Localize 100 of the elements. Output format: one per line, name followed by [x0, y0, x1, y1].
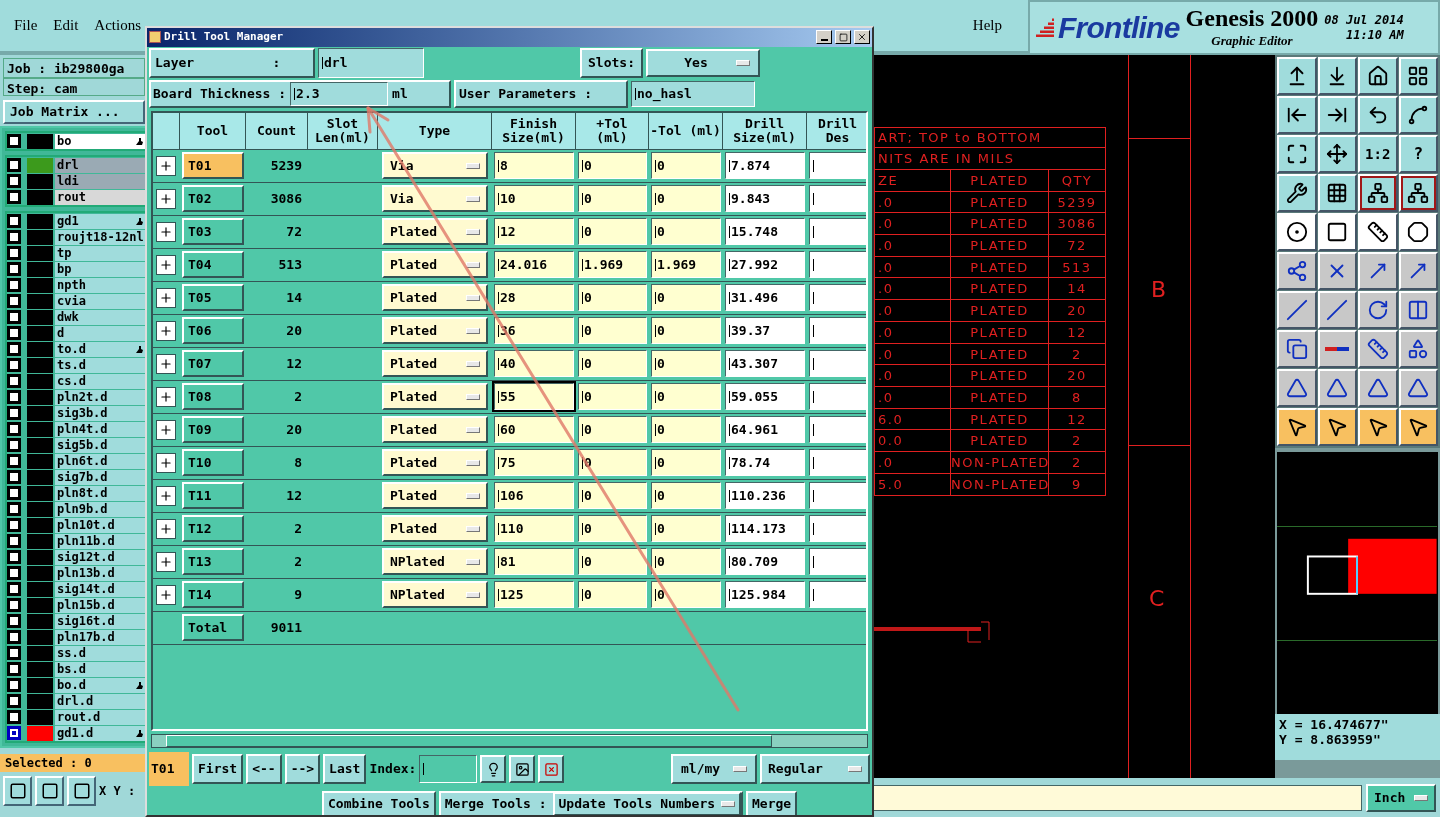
drill-designator-field[interactable]	[809, 581, 866, 609]
horizontal-scrollbar[interactable]	[151, 734, 868, 749]
navigation-button[interactable]: First	[192, 754, 244, 785]
drill-designator-field[interactable]	[809, 548, 866, 576]
toolbar-button[interactable]	[1277, 408, 1317, 446]
minus-tolerance-field[interactable]: 1.969	[651, 251, 721, 279]
minus-tolerance-field[interactable]: 0	[651, 416, 721, 444]
layer-item[interactable]: npth	[55, 277, 146, 293]
layer-item[interactable]: gd1	[55, 213, 146, 229]
layer-item[interactable]: sig3b.d	[55, 405, 146, 421]
plus-tolerance-field[interactable]: 1.969	[578, 251, 647, 279]
drill-size-field[interactable]: 59.055	[725, 383, 805, 411]
toolbar-button[interactable]	[1358, 330, 1398, 368]
expand-button[interactable]	[156, 353, 176, 374]
navigation-button[interactable]: Last	[323, 754, 367, 785]
drill-size-field[interactable]: 64.961	[725, 416, 805, 444]
expand-button[interactable]	[156, 320, 176, 341]
finish-size-field[interactable]: 60	[494, 416, 574, 444]
tool-button[interactable]: T11	[182, 482, 244, 510]
expand-button[interactable]	[156, 386, 176, 407]
tool-button[interactable]: T05	[182, 284, 244, 312]
drill-designator-field[interactable]	[809, 515, 866, 543]
toolbar-button[interactable]	[1277, 369, 1317, 407]
drill-size-field[interactable]: 43.307	[725, 350, 805, 378]
minus-tolerance-field[interactable]: 0	[651, 482, 721, 510]
minus-tolerance-field[interactable]: 0	[651, 581, 721, 609]
minus-tolerance-field[interactable]: 0	[651, 218, 721, 246]
layer-checkbox[interactable]	[7, 134, 21, 148]
layer-checkbox[interactable]	[7, 502, 21, 516]
expand-button[interactable]	[156, 551, 176, 572]
layer-checkbox[interactable]	[7, 726, 21, 740]
layer-item[interactable]: drl.d	[55, 693, 146, 709]
layer-checkbox[interactable]	[7, 174, 21, 188]
drill-size-field[interactable]: 125.984	[725, 581, 805, 609]
layer-item[interactable]: ts.d	[55, 357, 146, 373]
minimize-button[interactable]	[816, 30, 832, 45]
drill-designator-field[interactable]	[809, 350, 866, 378]
toolbar-button[interactable]	[1358, 252, 1398, 290]
layer-checkbox[interactable]	[7, 694, 21, 708]
update-tools-dropdown[interactable]: Update Tools Numbers	[552, 792, 742, 815]
plus-tolerance-field[interactable]: 0	[578, 581, 647, 609]
toolbar-button[interactable]	[1398, 330, 1438, 368]
merge-button[interactable]: Merge	[746, 791, 798, 815]
layer-item[interactable]: pln8t.d	[55, 485, 146, 501]
layer-item[interactable]: sig5b.d	[55, 437, 146, 453]
drill-size-field[interactable]: 15.748	[725, 218, 805, 246]
layer-checkbox[interactable]	[7, 342, 21, 356]
type-dropdown[interactable]: Plated	[382, 383, 488, 411]
toolbar-button[interactable]	[1317, 291, 1357, 329]
mode-dropdown[interactable]: Regular	[760, 754, 870, 785]
drill-designator-field[interactable]	[809, 185, 866, 213]
menu-item[interactable]: Edit	[53, 14, 79, 37]
toolbar-button[interactable]	[1398, 174, 1438, 212]
type-dropdown[interactable]: Plated	[382, 482, 488, 510]
finish-size-field[interactable]: 24.016	[494, 251, 574, 279]
finish-size-field[interactable]: 40	[494, 350, 574, 378]
zoom-ratio-button[interactable]: 1:2	[1358, 135, 1398, 173]
layer-item[interactable]: pln10t.d	[55, 517, 146, 533]
type-dropdown[interactable]: Via	[382, 152, 488, 180]
drill-size-field[interactable]: 7.874	[725, 152, 805, 180]
type-dropdown[interactable]: Plated	[382, 317, 488, 345]
minus-tolerance-field[interactable]: 0	[651, 515, 721, 543]
layer-checkbox[interactable]	[7, 326, 21, 340]
minus-tolerance-field[interactable]: 0	[651, 152, 721, 180]
drill-designator-field[interactable]	[809, 449, 866, 477]
layer-item[interactable]: drl	[55, 157, 146, 173]
layer-checkbox[interactable]	[7, 262, 21, 276]
type-dropdown[interactable]: Plated	[382, 449, 488, 477]
user-parameters-field[interactable]: no_hasl	[631, 80, 755, 107]
layer-item[interactable]: pln15b.d	[55, 597, 146, 613]
toolbar-button[interactable]	[1277, 135, 1317, 173]
menu-item[interactable]: File	[14, 14, 38, 37]
layer-item[interactable]: pln9b.d	[55, 501, 146, 517]
layer-checkbox[interactable]	[7, 566, 21, 580]
slots-dropdown[interactable]: Yes	[646, 48, 760, 77]
layer-item[interactable]: bp	[55, 261, 146, 277]
minus-tolerance-field[interactable]: 0	[651, 185, 721, 213]
toolbar-button[interactable]	[1317, 174, 1357, 212]
drill-designator-field[interactable]	[809, 251, 866, 279]
drill-size-field[interactable]: 114.173	[725, 515, 805, 543]
layer-item[interactable]: rout.d	[55, 709, 146, 725]
layer-item[interactable]: bo.d	[55, 677, 146, 693]
minus-tolerance-field[interactable]: 0	[651, 317, 721, 345]
job-matrix-button[interactable]: Job Matrix ...	[3, 100, 145, 124]
toolbar-button[interactable]	[1317, 213, 1357, 251]
layer-item[interactable]: ldi	[55, 173, 146, 189]
layer-checkbox[interactable]	[7, 550, 21, 564]
toolbar-button[interactable]	[1358, 408, 1398, 446]
plus-tolerance-field[interactable]: 0	[578, 515, 647, 543]
expand-button[interactable]	[156, 584, 176, 605]
toolbar-button[interactable]	[1358, 96, 1398, 134]
drill-designator-field[interactable]	[809, 152, 866, 180]
navigation-button[interactable]: <--	[246, 754, 282, 785]
drill-size-field[interactable]: 110.236	[725, 482, 805, 510]
toolbar-button[interactable]	[1398, 96, 1438, 134]
expand-button[interactable]	[156, 419, 176, 440]
toolbar-button[interactable]	[1277, 174, 1317, 212]
units-dropdown[interactable]: ml/my	[671, 754, 757, 785]
toolbar-button[interactable]	[1358, 174, 1398, 212]
plus-tolerance-field[interactable]: 0	[578, 416, 647, 444]
